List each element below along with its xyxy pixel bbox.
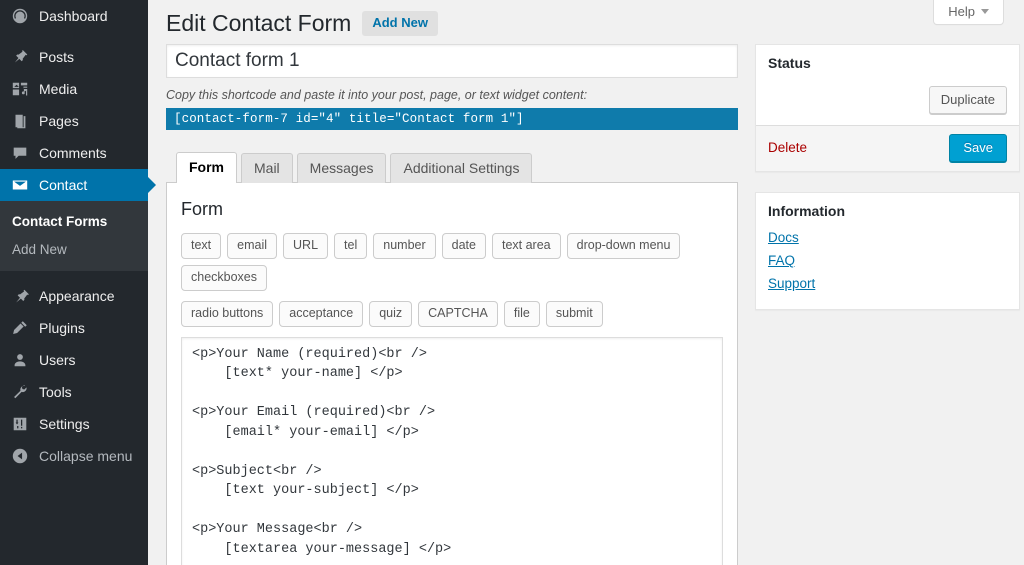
sidebar-item-label: Dashboard <box>39 8 108 24</box>
submenu-item-add-new[interactable]: Add New <box>0 236 148 264</box>
main-column: Copy this shortcode and paste it into yo… <box>166 44 738 565</box>
tag-button-tel[interactable]: tel <box>334 232 368 259</box>
settings-icon <box>10 414 30 434</box>
main-content-area: Help Edit Contact Form Add New Copy this… <box>148 0 1024 565</box>
form-panel: Form text email URL tel number date text… <box>166 182 738 565</box>
sidebar-separator <box>0 32 148 41</box>
tag-button-email[interactable]: email <box>227 232 278 259</box>
sidebar-item-plugins[interactable]: Plugins <box>0 312 148 344</box>
support-link[interactable]: Support <box>768 276 1007 291</box>
submenu-item-contact-forms[interactable]: Contact Forms <box>0 208 148 236</box>
contact-submenu: Contact Forms Add New <box>0 201 148 272</box>
help-tab-button[interactable]: Help <box>933 0 1004 25</box>
tab-form[interactable]: Form <box>176 152 237 184</box>
tag-button-text-area[interactable]: text area <box>491 232 561 259</box>
page-title-text: Edit Contact Form <box>166 10 352 36</box>
editor-tabs: Form Mail Messages Additional Settings <box>166 152 738 184</box>
tag-generator-row-2: radio buttons acceptance quiz CAPTCHA fi… <box>181 300 723 327</box>
tab-additional-settings[interactable]: Additional Settings <box>390 153 533 184</box>
save-button[interactable]: Save <box>949 133 1007 162</box>
sidebar-item-users[interactable]: Users <box>0 344 148 376</box>
form-title-input[interactable] <box>166 44 738 78</box>
side-column: Status Duplicate Delete Save Information… <box>755 44 1020 330</box>
sidebar-item-label: Settings <box>39 416 90 433</box>
status-major-actions: Delete Save <box>756 124 1019 171</box>
comments-icon <box>10 143 30 163</box>
faq-link[interactable]: FAQ <box>768 253 1007 268</box>
users-icon <box>10 350 30 370</box>
tag-button-date[interactable]: date <box>441 232 486 259</box>
delete-link[interactable]: Delete <box>768 140 807 155</box>
tab-messages[interactable]: Messages <box>296 153 387 184</box>
information-box-title: Information <box>768 202 845 219</box>
form-code-editor[interactable]: <p>Your Name (required)<br /> [text* you… <box>181 336 723 565</box>
sidebar-item-label: Contact <box>39 177 88 193</box>
pages-icon <box>10 111 30 131</box>
media-icon <box>10 79 30 99</box>
sidebar-item-label: Media <box>39 81 78 97</box>
help-label: Help <box>948 4 975 19</box>
screen-meta-links: Help <box>933 0 1004 25</box>
dashboard-icon <box>10 6 30 26</box>
chevron-down-icon <box>981 9 989 14</box>
information-links: Docs FAQ Support <box>756 230 1019 309</box>
sidebar-item-label: Comments <box>39 145 107 161</box>
tag-button-radio-buttons[interactable]: radio buttons <box>181 300 274 327</box>
appearance-icon <box>10 286 30 306</box>
collapse-icon <box>10 446 30 466</box>
shortcode-hint: Copy this shortcode and paste it into yo… <box>166 88 588 102</box>
columns-container: Copy this shortcode and paste it into yo… <box>166 44 1020 565</box>
sidebar-item-dashboard[interactable]: Dashboard <box>0 0 148 32</box>
docs-link[interactable]: Docs <box>768 230 1007 245</box>
pin-icon <box>10 47 30 67</box>
sidebar-separator <box>0 271 148 280</box>
sidebar-item-media[interactable]: Media <box>0 73 148 105</box>
sidebar-item-contact[interactable]: Contact <box>0 169 156 201</box>
tag-button-submit[interactable]: submit <box>545 300 603 327</box>
status-box: Status Duplicate Delete Save <box>755 44 1020 172</box>
tag-button-checkboxes[interactable]: checkboxes <box>181 264 268 291</box>
admin-sidebar: Dashboard Posts Media Pages Comments Con… <box>0 0 156 565</box>
panel-heading: Form <box>181 199 223 220</box>
status-box-title: Status <box>768 55 811 71</box>
tag-button-url[interactable]: URL <box>283 232 329 259</box>
sidebar-item-label: Pages <box>39 113 79 129</box>
tag-button-text[interactable]: text <box>181 232 222 259</box>
tab-mail[interactable]: Mail <box>241 153 293 184</box>
sidebar-item-label: Posts <box>39 49 75 65</box>
add-new-button[interactable]: Add New <box>362 11 438 36</box>
sidebar-item-posts[interactable]: Posts <box>0 41 148 73</box>
tag-button-number[interactable]: number <box>373 232 436 259</box>
tag-button-quiz[interactable]: quiz <box>369 300 413 327</box>
sidebar-item-label: Plugins <box>39 320 85 337</box>
wp-admin-screen: Dashboard Posts Media Pages Comments Con… <box>0 0 1024 565</box>
shortcode-input[interactable] <box>166 108 738 131</box>
page-wrap: Edit Contact Form Add New Copy this shor… <box>148 0 1024 565</box>
sidebar-item-comments[interactable]: Comments <box>0 137 148 169</box>
tools-icon <box>10 382 30 402</box>
sidebar-item-label: Users <box>39 352 76 369</box>
sidebar-item-collapse-menu[interactable]: Collapse menu <box>0 440 148 472</box>
sidebar-item-label: Appearance <box>39 288 115 305</box>
tag-button-captcha[interactable]: CAPTCHA <box>418 300 498 327</box>
sidebar-item-label: Tools <box>39 384 72 401</box>
status-minor-actions: Duplicate <box>756 83 1019 125</box>
envelope-icon <box>10 175 30 195</box>
sidebar-item-settings[interactable]: Settings <box>0 408 148 440</box>
information-box: Information Docs FAQ Support <box>755 191 1020 311</box>
sidebar-item-pages[interactable]: Pages <box>0 105 148 137</box>
sidebar-item-label: Collapse menu <box>39 448 133 465</box>
plugins-icon <box>10 318 30 338</box>
tag-button-acceptance[interactable]: acceptance <box>279 300 364 327</box>
sidebar-item-appearance[interactable]: Appearance <box>0 280 148 312</box>
tag-button-drop-down-menu[interactable]: drop-down menu <box>566 232 681 259</box>
tag-generator-row-1: text email URL tel number date text area… <box>181 232 723 291</box>
page-title: Edit Contact Form Add New <box>166 0 1004 44</box>
sidebar-item-tools[interactable]: Tools <box>0 376 148 408</box>
tag-button-file[interactable]: file <box>503 300 540 327</box>
duplicate-button[interactable]: Duplicate <box>928 85 1007 114</box>
